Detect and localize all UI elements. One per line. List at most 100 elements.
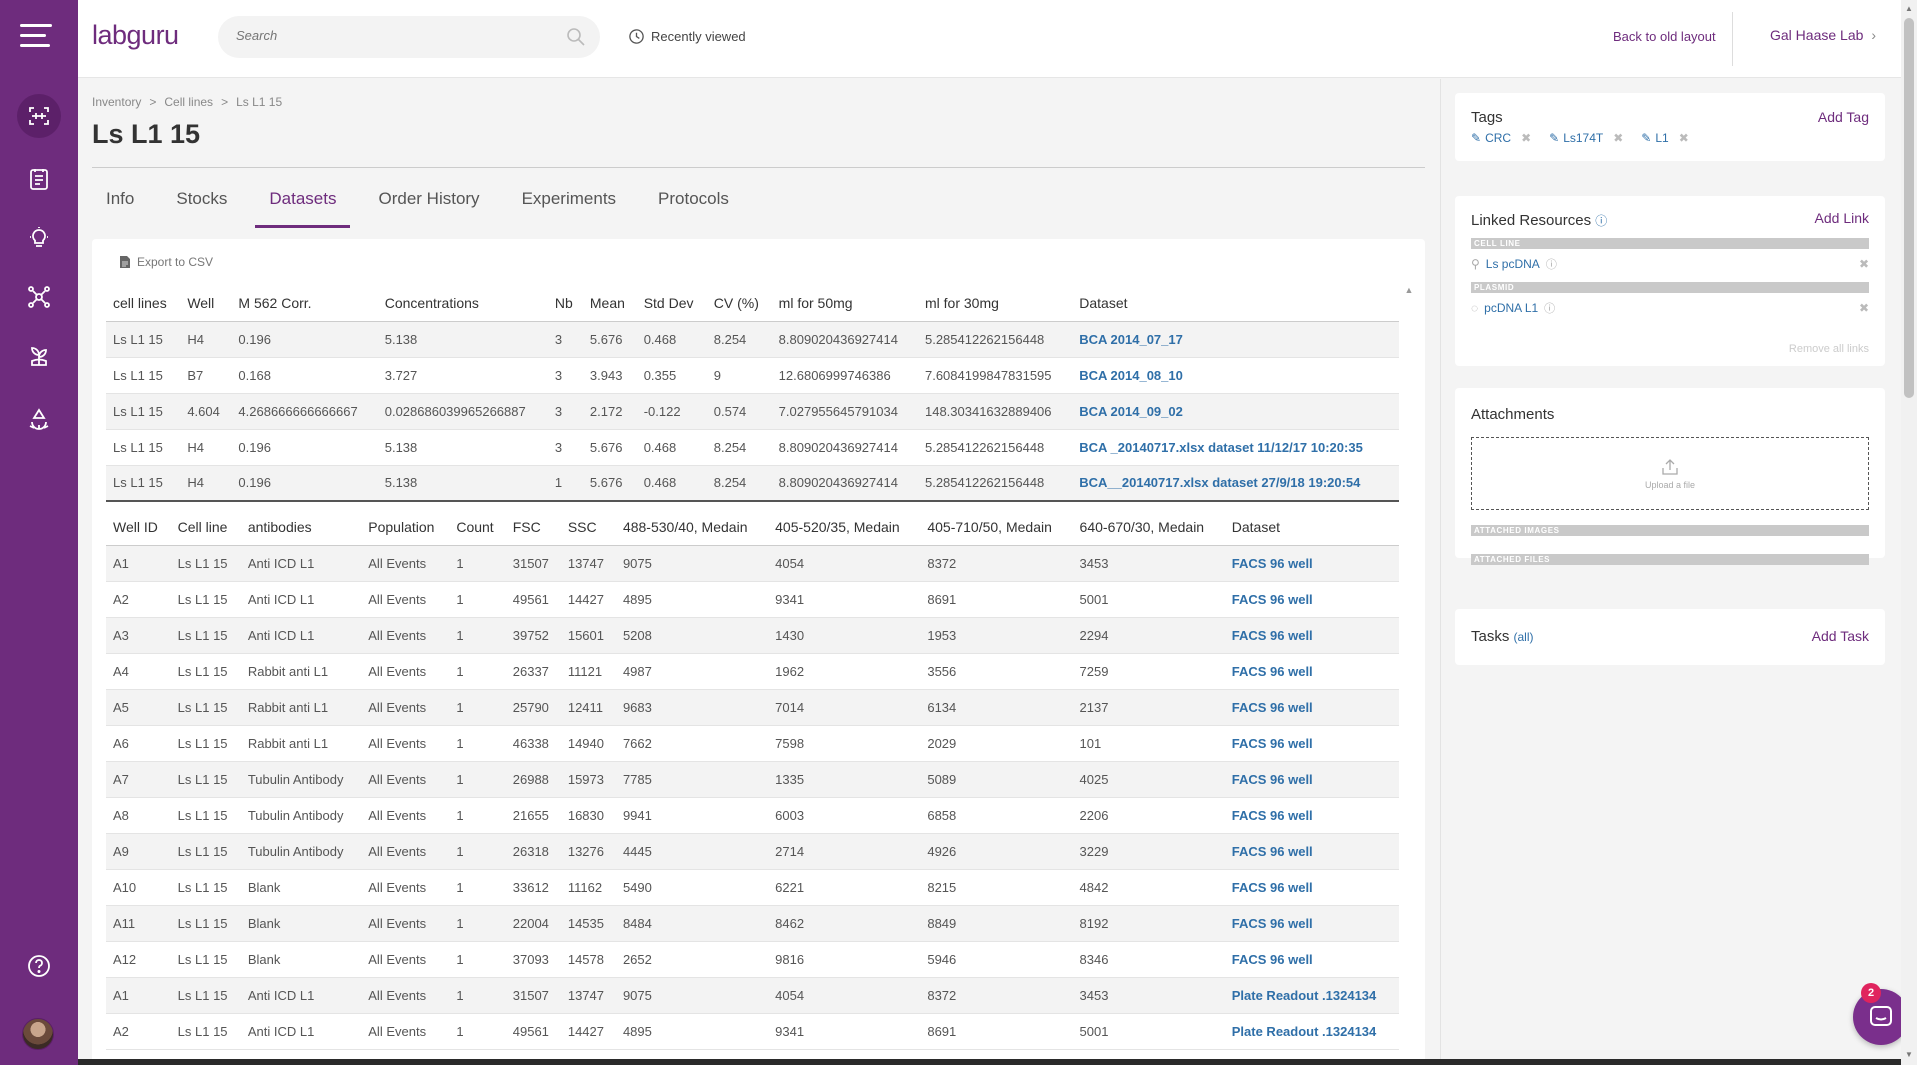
linked-resource-label[interactable]: Ls pcDNA [1486, 257, 1540, 271]
dataset-link[interactable]: FACS 96 well [1224, 653, 1399, 690]
dataset-link[interactable]: FACS 96 well [1224, 617, 1399, 654]
column-header[interactable]: SSC [560, 509, 616, 546]
search-box[interactable] [218, 16, 600, 58]
remove-link-icon[interactable]: ✖ [1859, 257, 1869, 271]
table-row[interactable]: A1 Ls L1 15 Anti ICD L1 All Events 1 31507 137… [106, 977, 1399, 1014]
column-header[interactable]: 640-670/30, Medain [1072, 509, 1225, 546]
dataset-link[interactable]: Plate Readout .1324134 [1224, 1013, 1399, 1050]
table-row[interactable]: A9 Ls L1 15 Tubulin Antibody All Events 1 263… [106, 833, 1399, 870]
column-header[interactable]: Dataset [1224, 509, 1399, 546]
tab-info[interactable]: Info [92, 189, 148, 228]
tab-stocks[interactable]: Stocks [162, 189, 241, 228]
remove-tag-icon[interactable]: ✖ [1521, 131, 1531, 145]
column-header[interactable]: CV (%) [706, 285, 772, 322]
column-header[interactable]: 405-520/35, Medain [768, 509, 921, 546]
help-icon[interactable] [17, 944, 61, 988]
page-scrollbar[interactable]: ▲ ▼ [1901, 0, 1917, 1065]
dataset-link[interactable]: FACS 96 well [1224, 581, 1399, 618]
upload-dropzone[interactable]: Upload a file [1471, 437, 1869, 510]
dataset-link[interactable]: FACS 96 well [1224, 833, 1399, 870]
table-row[interactable]: A10 Ls L1 15 Blank All Events 1 33612 11162 549… [106, 869, 1399, 906]
table-row[interactable]: A7 Ls L1 15 Tubulin Antibody All Events 1 269… [106, 761, 1399, 798]
dataset-link[interactable]: FACS 96 well [1224, 689, 1399, 726]
column-header[interactable]: 488-530/40, Medain [615, 509, 769, 546]
export-csv-button[interactable]: Export to CSV [120, 255, 213, 269]
tag-item[interactable]: ✎ L1 ✖ [1641, 131, 1688, 145]
dataset-link[interactable]: FACS 96 well [1224, 905, 1399, 942]
table-scrollbar[interactable]: ▲ [1403, 285, 1415, 461]
dataset-link[interactable]: BCA 2014_08_10 [1072, 357, 1399, 394]
remove-all-links-button[interactable]: Remove all links [1789, 343, 1869, 355]
tab-datasets[interactable]: Datasets [255, 189, 351, 228]
dataset-link[interactable]: BCA__20140717.xlsx dataset 27/9/18 19:20… [1072, 465, 1399, 502]
table-row[interactable]: A8 Ls L1 15 Tubulin Antibody All Events 1 216… [106, 797, 1399, 834]
table-row[interactable]: A1 Ls L1 15 Anti ICD L1 All Events 1 31507 137… [106, 545, 1399, 582]
table-row[interactable]: Ls L1 15 4.604 4.268666666666667 0.02868603… [106, 393, 1399, 430]
tag-item[interactable]: ✎ Ls174T ✖ [1549, 131, 1623, 145]
table-row[interactable]: Ls L1 15 B7 0.168 3.727 3 3.943 0.355 9 12.68069… [106, 357, 1399, 394]
table-row[interactable]: A3 Ls L1 15 Anti ICD L1 All Events 1 39752 156… [106, 617, 1399, 654]
column-header[interactable]: Population [361, 509, 450, 546]
scroll-up-icon[interactable]: ▲ [1905, 4, 1913, 13]
dataset-link[interactable]: FACS 96 well [1224, 725, 1399, 762]
menu-icon[interactable] [20, 24, 52, 50]
plant-icon[interactable] [17, 334, 61, 378]
info-icon[interactable]: ⓘ [1595, 214, 1607, 228]
info-icon[interactable]: ⓘ [1544, 300, 1555, 316]
column-header[interactable]: 405-710/50, Medain [920, 509, 1073, 546]
notebook-icon[interactable] [17, 157, 61, 201]
column-header[interactable]: M 562 Corr. [231, 285, 378, 322]
dataset-link[interactable]: BCA _20140717.xlsx dataset 11/12/17 10:2… [1072, 429, 1399, 466]
breadcrumb-cell-lines[interactable]: Cell lines [164, 95, 213, 109]
table-row[interactable]: A6 Ls L1 15 Rabbit anti L1 All Events 1 46338… [106, 725, 1399, 762]
dataset-link[interactable]: FACS 96 well [1224, 545, 1399, 582]
recently-viewed-button[interactable]: Recently viewed [628, 28, 746, 45]
table-row[interactable]: A12 Ls L1 15 Blank All Events 1 37093 14578 265… [106, 941, 1399, 978]
breadcrumb-inventory[interactable]: Inventory [92, 95, 141, 109]
remove-link-icon[interactable]: ✖ [1859, 301, 1869, 315]
linked-resource-item[interactable]: ◌ pcDNA L1 ⓘ ✖ [1471, 300, 1869, 316]
dataset-link[interactable]: FACS 96 well [1224, 761, 1399, 798]
column-header[interactable]: Concentrations [377, 285, 548, 322]
add-task-button[interactable]: Add Task [1812, 628, 1869, 644]
network-icon[interactable] [17, 275, 61, 319]
column-header[interactable]: Mean [582, 285, 637, 322]
dataset-link[interactable]: Plate Readout .1324134 [1224, 977, 1399, 1014]
tag-item[interactable]: ✎ CRC ✖ [1471, 131, 1531, 145]
table-row[interactable]: A5 Ls L1 15 Rabbit anti L1 All Events 1 25790… [106, 689, 1399, 726]
scroll-up-icon[interactable]: ▲ [1403, 285, 1415, 295]
search-input[interactable] [236, 28, 556, 43]
remove-tag-icon[interactable]: ✖ [1679, 131, 1689, 145]
dataset-link[interactable]: BCA 2014_09_02 [1072, 393, 1399, 430]
linked-resource-label[interactable]: pcDNA L1 [1484, 301, 1538, 315]
column-header[interactable]: Well [180, 285, 232, 322]
linked-resource-item[interactable]: ⚲ Ls pcDNA ⓘ ✖ [1471, 256, 1869, 272]
scrollbar-thumb[interactable] [1904, 18, 1914, 398]
table-row[interactable]: A2 Ls L1 15 Anti ICD L1 All Events 1 49561 144… [106, 1013, 1399, 1050]
app-logo[interactable]: labguru [92, 20, 179, 51]
add-link-button[interactable]: Add Link [1815, 210, 1869, 226]
table-row[interactable]: A4 Ls L1 15 Rabbit anti L1 All Events 1 26337… [106, 653, 1399, 690]
column-header[interactable]: FSC [505, 509, 561, 546]
column-header[interactable]: Dataset [1072, 285, 1399, 322]
add-tag-button[interactable]: Add Tag [1818, 109, 1869, 125]
column-header[interactable]: antibodies [240, 509, 362, 546]
tab-order-history[interactable]: Order History [364, 189, 493, 228]
table-row[interactable]: Ls L1 15 H4 0.196 5.138 1 5.676 0.468 8.254 8.80… [106, 465, 1399, 502]
column-header[interactable]: ml for 50mg [771, 285, 918, 322]
tab-experiments[interactable]: Experiments [508, 189, 630, 228]
tasks-all-link[interactable]: (all) [1514, 630, 1534, 644]
column-header[interactable]: Count [449, 509, 506, 546]
column-header[interactable]: Nb [547, 285, 583, 322]
column-header[interactable]: ml for 30mg [917, 285, 1073, 322]
lightbulb-icon[interactable] [17, 216, 61, 260]
recycle-icon[interactable] [17, 397, 61, 441]
column-header[interactable]: Std Dev [636, 285, 707, 322]
dataset-link[interactable]: FACS 96 well [1224, 797, 1399, 834]
table-row[interactable]: Ls L1 15 H4 0.196 5.138 3 5.676 0.468 8.254 8.80… [106, 429, 1399, 466]
info-icon[interactable]: ⓘ [1546, 256, 1557, 272]
dataset-link[interactable]: BCA 2014_07_17 [1072, 321, 1399, 358]
remove-tag-icon[interactable]: ✖ [1613, 131, 1623, 145]
inventory-icon[interactable] [17, 94, 61, 138]
dataset-link[interactable]: FACS 96 well [1224, 941, 1399, 978]
